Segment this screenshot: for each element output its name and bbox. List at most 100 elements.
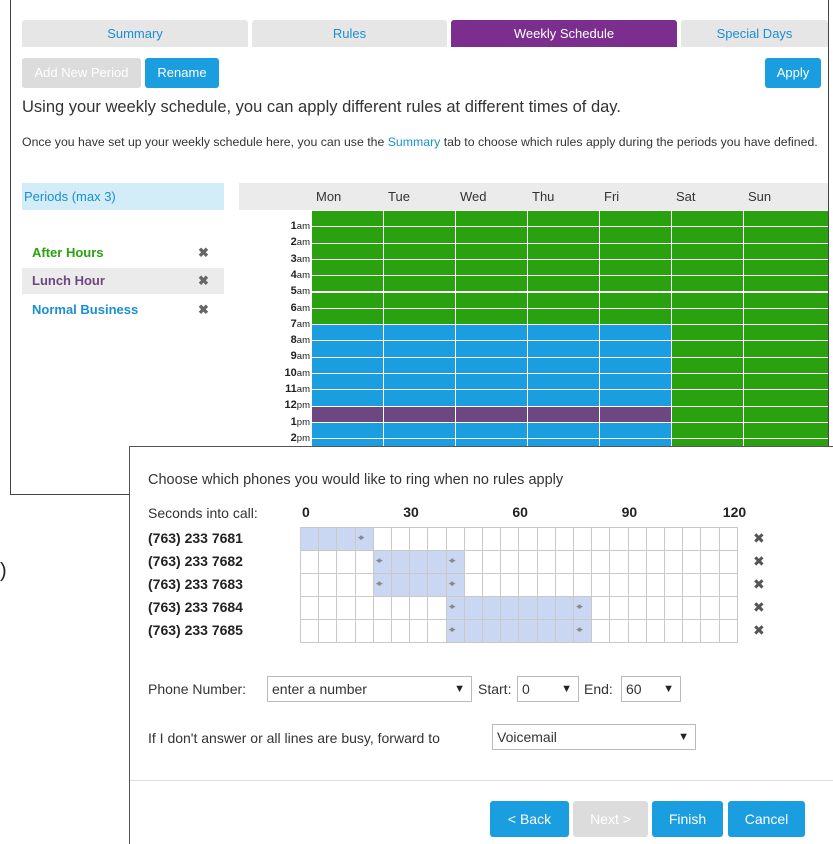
ring-cell[interactable] xyxy=(482,573,501,596)
ring-cell[interactable] xyxy=(336,619,355,642)
ring-cell[interactable] xyxy=(518,550,537,573)
period-item[interactable]: Normal Business ✖ xyxy=(22,297,224,323)
ring-cell[interactable] xyxy=(536,619,555,642)
schedule-cell[interactable] xyxy=(743,226,828,243)
schedule-cell[interactable] xyxy=(671,405,743,422)
schedule-cell[interactable] xyxy=(671,340,743,357)
ring-cell[interactable] xyxy=(718,550,737,573)
schedule-cell[interactable] xyxy=(671,438,743,446)
schedule-cell[interactable] xyxy=(599,275,671,292)
ring-cell[interactable] xyxy=(427,619,446,642)
ring-cell[interactable] xyxy=(609,550,628,573)
ring-cell[interactable] xyxy=(609,527,628,550)
ring-cell[interactable] xyxy=(482,619,501,642)
schedule-cell[interactable] xyxy=(455,389,527,406)
remove-icon[interactable]: ✖ xyxy=(198,240,209,266)
schedule-cell[interactable] xyxy=(455,210,527,227)
ring-cell[interactable] xyxy=(300,596,319,619)
schedule-cell[interactable] xyxy=(599,340,671,357)
remove-icon[interactable]: ✖ xyxy=(198,297,209,323)
remove-phone-icon[interactable]: ✖ xyxy=(753,622,765,639)
ring-cell[interactable] xyxy=(682,527,701,550)
ring-cell[interactable] xyxy=(300,573,319,596)
ring-cell[interactable] xyxy=(682,573,701,596)
schedule-cell[interactable] xyxy=(455,275,527,292)
schedule-cell[interactable] xyxy=(527,340,599,357)
schedule-cell[interactable] xyxy=(527,307,599,325)
schedule-cell[interactable] xyxy=(599,258,671,276)
remove-phone-icon[interactable]: ✖ xyxy=(753,576,765,593)
schedule-cell[interactable] xyxy=(671,275,743,292)
ring-cell[interactable] xyxy=(627,550,646,573)
ring-cell[interactable] xyxy=(700,527,719,550)
ring-cell[interactable] xyxy=(391,527,410,550)
ring-cell[interactable] xyxy=(482,527,501,550)
ring-cell[interactable] xyxy=(427,596,446,619)
start-drag-handle[interactable]: ◂▸ xyxy=(449,601,456,612)
schedule-cell[interactable] xyxy=(599,291,671,308)
tab-rules[interactable]: Rules xyxy=(252,20,447,47)
schedule-cell[interactable] xyxy=(671,324,743,341)
start-drag-handle[interactable]: ◂▸ xyxy=(449,624,456,635)
ring-cell[interactable] xyxy=(500,596,519,619)
schedule-cell[interactable] xyxy=(671,258,743,276)
schedule-cell[interactable] xyxy=(311,275,383,292)
ring-cell[interactable] xyxy=(518,619,537,642)
ring-cell[interactable] xyxy=(482,596,501,619)
schedule-cell[interactable] xyxy=(455,421,527,439)
ring-cell[interactable] xyxy=(627,596,646,619)
end-drag-handle[interactable]: ◂▸ xyxy=(358,532,365,543)
schedule-cell[interactable] xyxy=(671,242,743,259)
ring-cell[interactable] xyxy=(591,596,610,619)
schedule-cell[interactable] xyxy=(527,291,599,308)
start-drag-handle[interactable]: ◂▸ xyxy=(376,578,383,589)
schedule-cell[interactable] xyxy=(311,226,383,243)
schedule-cell[interactable] xyxy=(455,291,527,308)
schedule-cell[interactable] xyxy=(743,340,828,357)
schedule-cell[interactable] xyxy=(599,356,671,373)
ring-cell[interactable] xyxy=(318,550,337,573)
next-button[interactable]: Next > xyxy=(573,801,648,837)
schedule-cell[interactable] xyxy=(599,324,671,341)
ring-cell[interactable] xyxy=(554,619,573,642)
ring-cell[interactable] xyxy=(372,596,391,619)
schedule-cell[interactable] xyxy=(671,307,743,325)
ring-cell[interactable] xyxy=(718,619,737,642)
schedule-cell[interactable] xyxy=(383,438,455,446)
ring-cell[interactable] xyxy=(536,573,555,596)
schedule-cell[interactable] xyxy=(311,307,383,325)
schedule-cell[interactable] xyxy=(383,356,455,373)
ring-cell[interactable] xyxy=(591,619,610,642)
schedule-cell[interactable] xyxy=(599,307,671,325)
ring-cell[interactable] xyxy=(391,596,410,619)
schedule-cell[interactable] xyxy=(455,340,527,357)
schedule-cell[interactable] xyxy=(455,356,527,373)
ring-cell[interactable] xyxy=(682,619,701,642)
ring-cell[interactable] xyxy=(518,527,537,550)
schedule-cell[interactable] xyxy=(743,210,828,227)
end-drag-handle[interactable]: ◂▸ xyxy=(449,555,456,566)
ring-cell[interactable] xyxy=(518,596,537,619)
schedule-cell[interactable] xyxy=(311,438,383,446)
ring-cell[interactable] xyxy=(354,550,373,573)
schedule-cell[interactable] xyxy=(383,291,455,308)
schedule-cell[interactable] xyxy=(671,373,743,390)
ring-cell[interactable] xyxy=(354,596,373,619)
schedule-cell[interactable] xyxy=(527,405,599,422)
ring-cell[interactable] xyxy=(427,527,446,550)
ring-cell[interactable] xyxy=(336,573,355,596)
schedule-cell[interactable] xyxy=(311,210,383,227)
ring-cell[interactable] xyxy=(336,550,355,573)
start-select[interactable]: 0 ▼ xyxy=(517,676,579,702)
schedule-cell[interactable] xyxy=(383,405,455,422)
schedule-cell[interactable] xyxy=(383,373,455,390)
schedule-cell[interactable] xyxy=(383,242,455,259)
ring-cell[interactable] xyxy=(300,527,319,550)
schedule-cell[interactable] xyxy=(527,258,599,276)
ring-cell[interactable] xyxy=(718,573,737,596)
ring-cell[interactable] xyxy=(536,527,555,550)
end-drag-handle[interactable]: ◂▸ xyxy=(576,601,583,612)
ring-cell[interactable] xyxy=(700,573,719,596)
ring-cell[interactable] xyxy=(700,596,719,619)
ring-cell[interactable] xyxy=(500,527,519,550)
